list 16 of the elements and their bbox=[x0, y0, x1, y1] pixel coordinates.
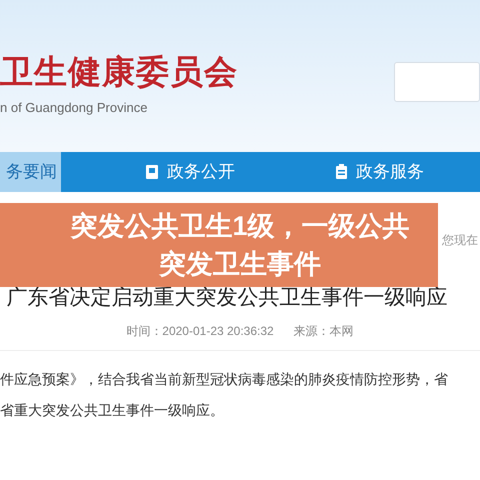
breadcrumb-text: 您现在 bbox=[442, 232, 478, 248]
article-title: 广东省决定启动重大突发公共卫生事件一级响应 bbox=[6, 287, 448, 308]
search-field[interactable] bbox=[394, 62, 480, 102]
logo-subtitle: n of Guangdong Province bbox=[0, 98, 148, 117]
article-paragraph: 件应急预案》，结合我省当前新型冠状病毒感染的肺炎疫情防控形势，省 bbox=[0, 370, 449, 389]
overlay-title: 突发公共卫生1级，一级公共 bbox=[70, 210, 410, 243]
logo-title: 卫生健康委员会 bbox=[0, 54, 238, 88]
nav-tab[interactable]: 政务公开 bbox=[145, 152, 235, 192]
clipboard-icon bbox=[335, 164, 348, 180]
article-time: 时间：2020-01-23 20:36:32 bbox=[126, 323, 274, 340]
overlay-title: 突发卫生事件 bbox=[159, 248, 321, 281]
article-paragraph: 省重大突发公共卫生事件一级响应。 bbox=[0, 401, 225, 420]
nav-tab[interactable]: 务要闻 bbox=[0, 152, 61, 192]
nav-tab[interactable]: 政务服务 bbox=[335, 152, 424, 192]
article-source: 来源：本网 bbox=[294, 323, 354, 340]
book-icon bbox=[145, 164, 159, 180]
